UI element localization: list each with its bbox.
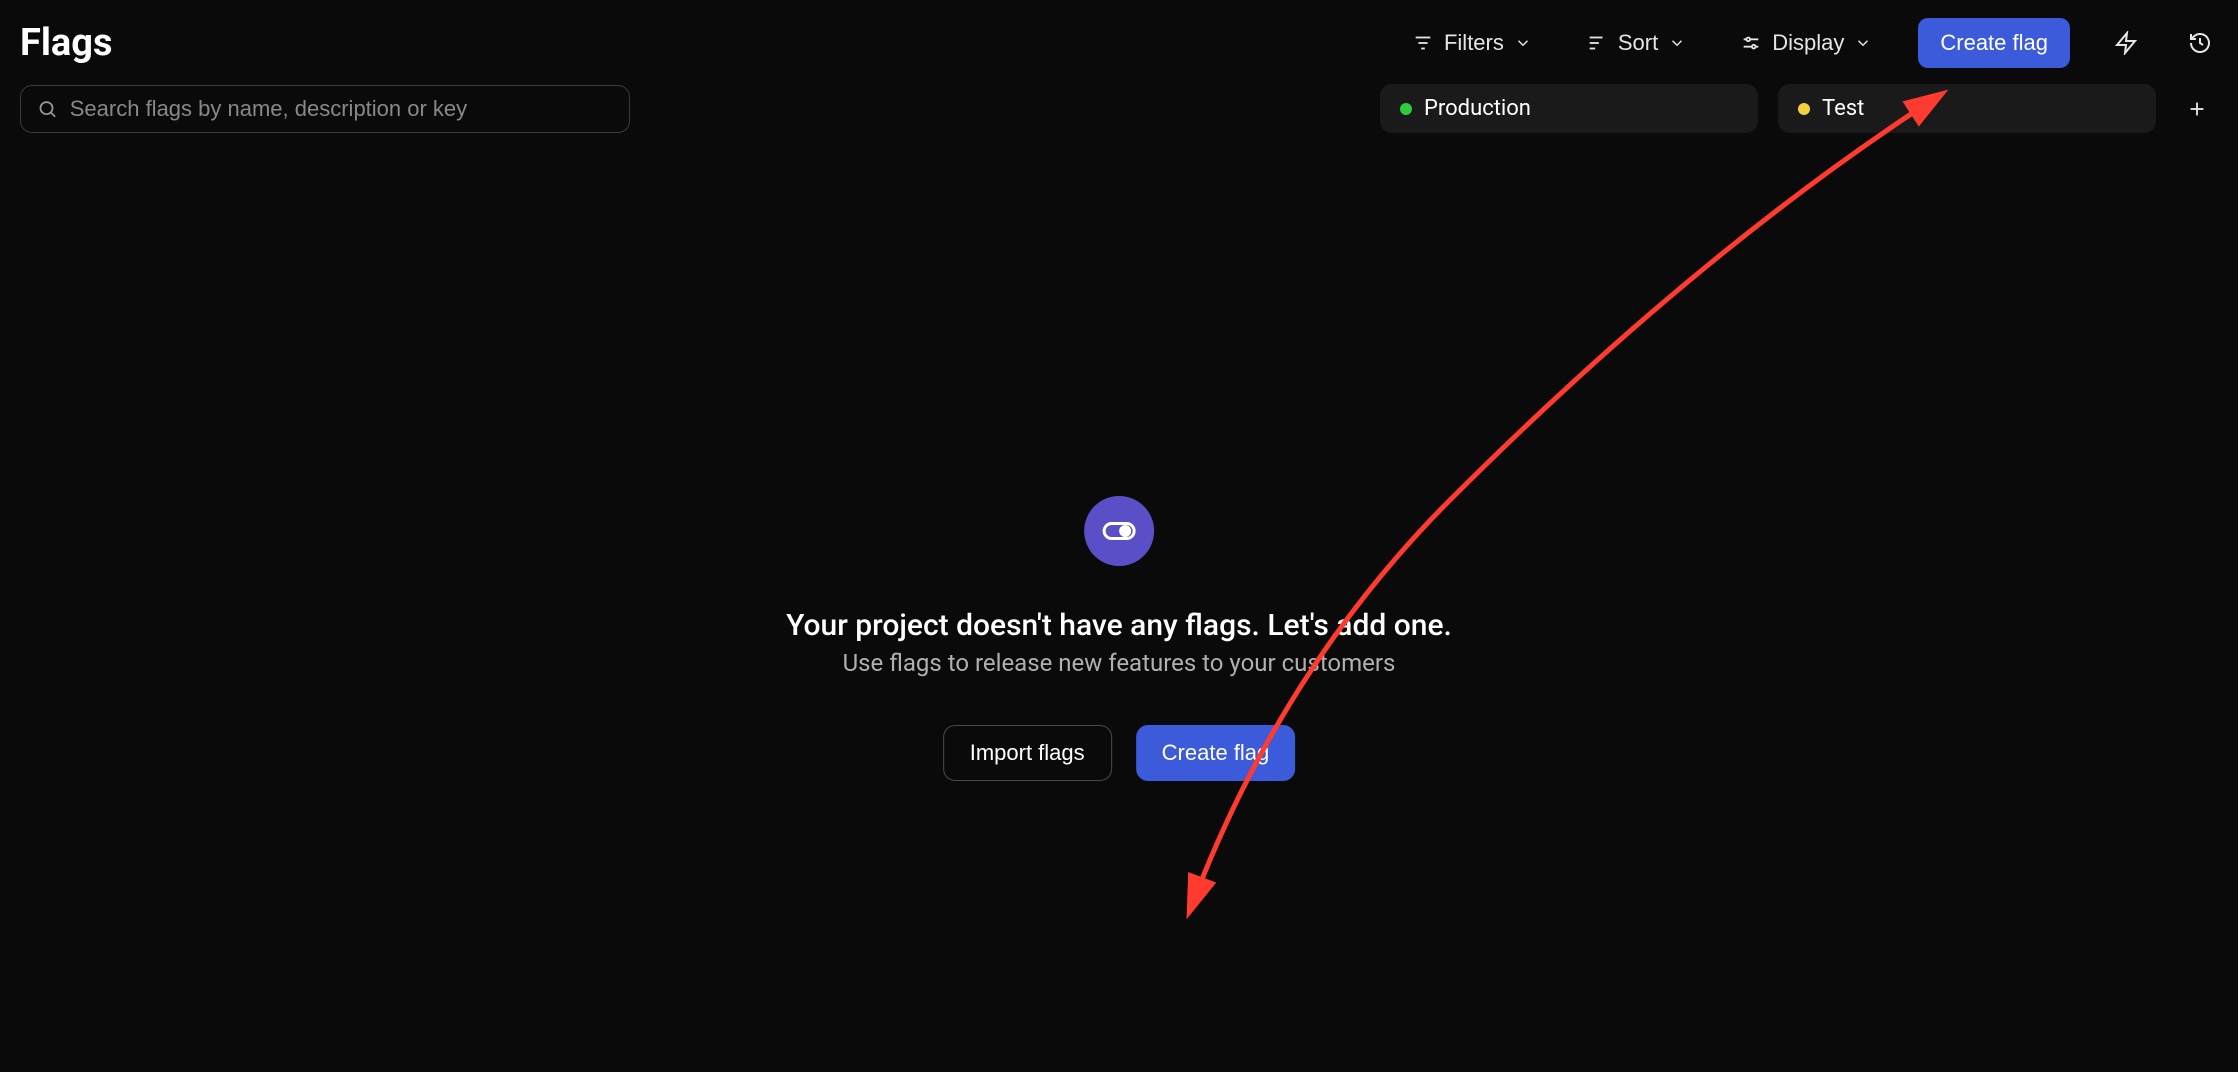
sort-icon — [1586, 32, 1608, 54]
status-dot-green — [1400, 103, 1412, 115]
history-icon — [2188, 31, 2212, 55]
environment-production[interactable]: Production — [1380, 84, 1758, 133]
search-field[interactable] — [20, 85, 630, 133]
empty-state: Your project doesn't have any flags. Let… — [786, 496, 1452, 781]
search-input[interactable] — [70, 96, 613, 122]
lightning-button[interactable] — [2108, 25, 2144, 61]
status-dot-yellow — [1798, 103, 1810, 115]
environment-label: Test — [1822, 96, 1864, 121]
filters-button[interactable]: Filters — [1404, 24, 1540, 62]
environment-label: Production — [1424, 96, 1531, 121]
chevron-down-icon — [1854, 34, 1872, 52]
sort-button[interactable]: Sort — [1578, 24, 1694, 62]
toggle-icon — [1101, 513, 1137, 549]
plus-icon — [2186, 98, 2208, 120]
empty-title: Your project doesn't have any flags. Let… — [786, 608, 1452, 643]
import-flags-button[interactable]: Import flags — [943, 725, 1112, 781]
search-icon — [37, 98, 58, 120]
chevron-down-icon — [1668, 34, 1686, 52]
page-title: Flags — [20, 21, 112, 65]
sliders-icon — [1740, 32, 1762, 54]
add-environment-button[interactable] — [2176, 88, 2218, 130]
toolbar: Filters Sort Display Create flag — [1404, 18, 2218, 68]
create-flag-button-empty[interactable]: Create flag — [1136, 725, 1296, 781]
display-button[interactable]: Display — [1732, 24, 1880, 62]
history-button[interactable] — [2182, 25, 2218, 61]
lightning-icon — [2114, 31, 2138, 55]
filters-label: Filters — [1444, 30, 1504, 56]
empty-actions: Import flags Create flag — [943, 725, 1296, 781]
create-flag-button[interactable]: Create flag — [1918, 18, 2070, 68]
sort-label: Sort — [1618, 30, 1658, 56]
empty-subtitle: Use flags to release new features to you… — [843, 649, 1396, 677]
chevron-down-icon — [1514, 34, 1532, 52]
display-label: Display — [1772, 30, 1844, 56]
filter-icon — [1412, 32, 1434, 54]
environment-test[interactable]: Test — [1778, 84, 2156, 133]
empty-icon-circle — [1084, 496, 1154, 566]
